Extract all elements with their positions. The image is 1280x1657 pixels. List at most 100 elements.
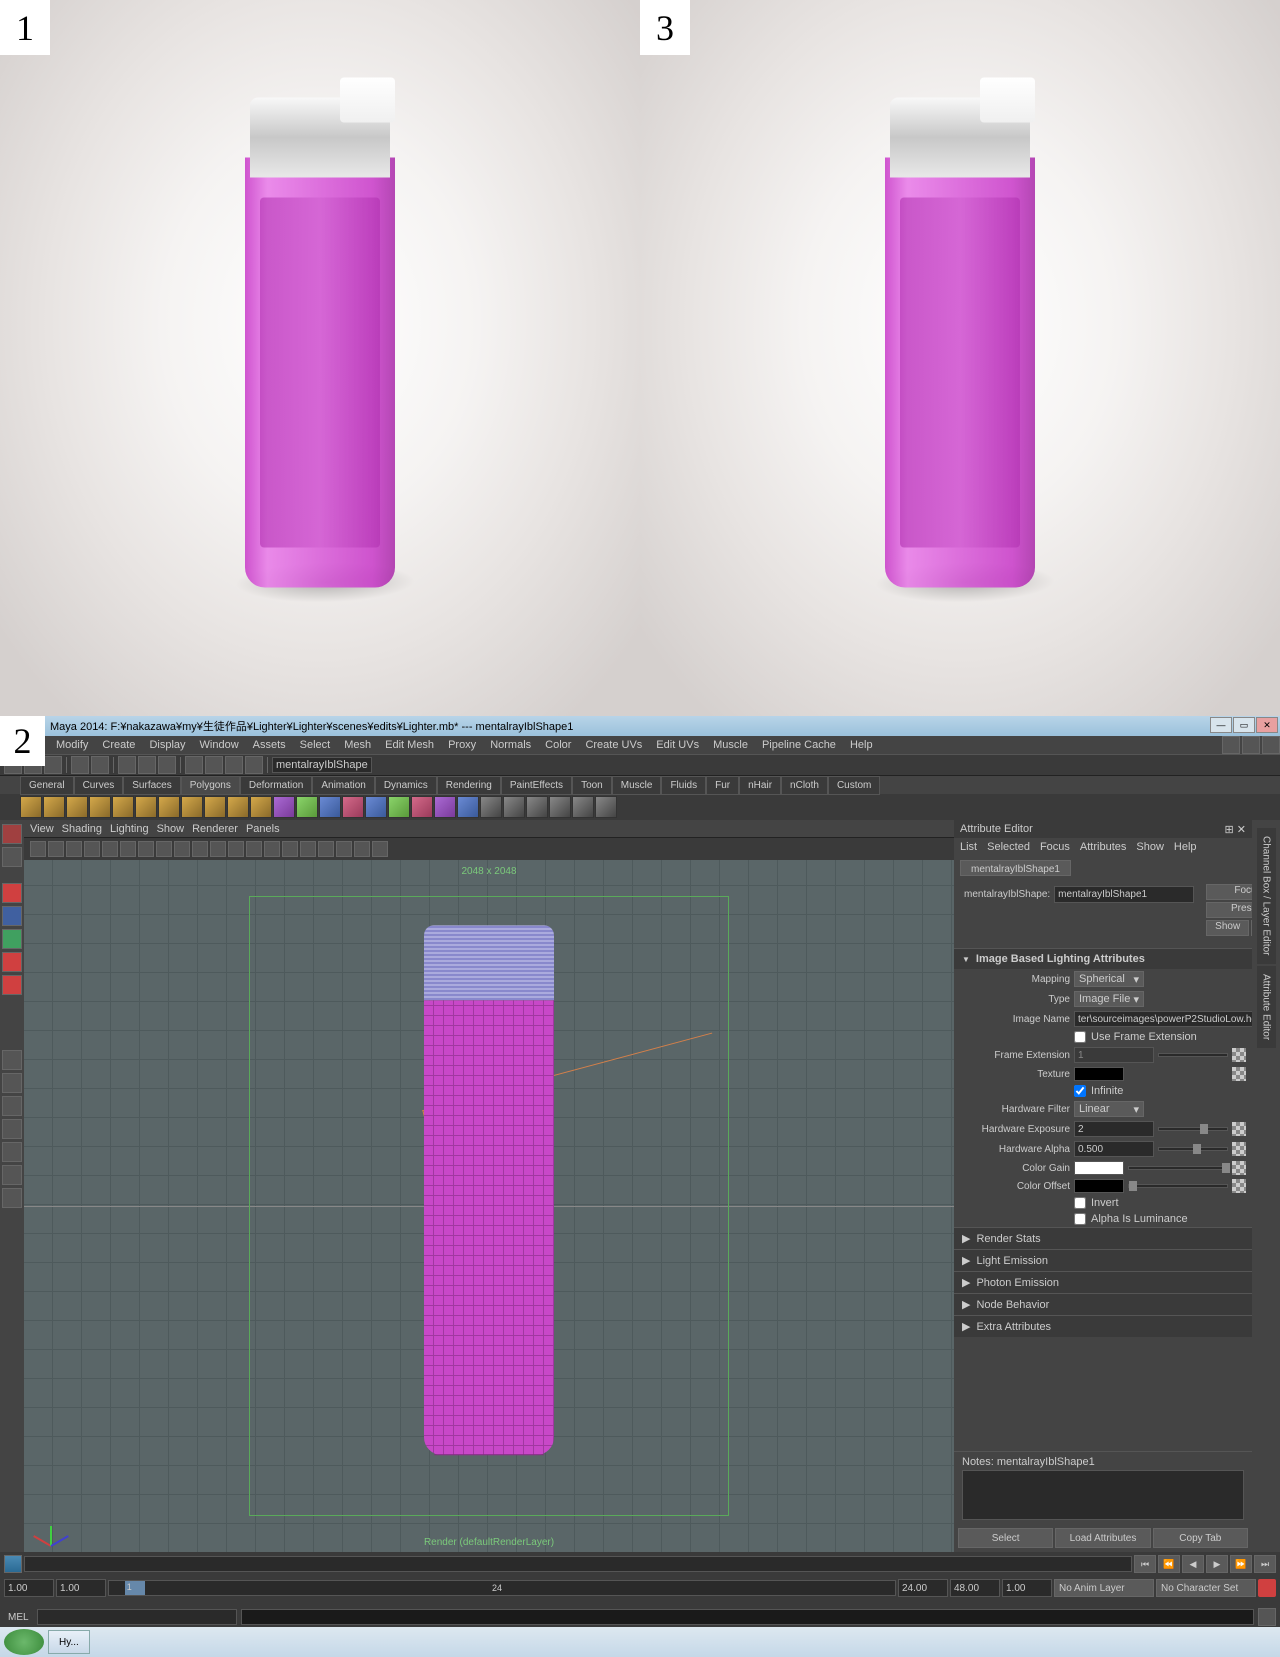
vp-icon[interactable] [138, 841, 154, 857]
menu-help[interactable]: Help [844, 737, 879, 753]
menu-proxy[interactable]: Proxy [442, 737, 482, 753]
checker-icon[interactable] [549, 796, 571, 818]
color-gain-swatch[interactable] [1074, 1161, 1124, 1175]
poly-soccer-icon[interactable] [250, 796, 272, 818]
light-emission-section[interactable]: ▶Light Emission [954, 1249, 1252, 1271]
redo-icon[interactable] [91, 756, 109, 774]
ae-menu-show[interactable]: Show [1136, 841, 1164, 853]
split-icon[interactable] [411, 796, 433, 818]
maya-logo-icon[interactable] [4, 1555, 22, 1573]
menu-color[interactable]: Color [539, 737, 577, 753]
start-button[interactable] [4, 1629, 44, 1655]
ae-menu-selected[interactable]: Selected [987, 841, 1030, 853]
script-editor-icon[interactable] [1258, 1608, 1276, 1626]
select-tool-icon[interactable] [2, 824, 22, 844]
snap-point-icon[interactable] [225, 756, 243, 774]
window-minimize-button[interactable]: — [1210, 717, 1232, 733]
layout-graph-icon[interactable] [2, 1165, 22, 1185]
map-button-icon[interactable] [1232, 1179, 1246, 1193]
shelf-tab-toon[interactable]: Toon [572, 776, 612, 795]
shelf-tab-general[interactable]: General [20, 776, 74, 795]
combine-icon[interactable] [296, 796, 318, 818]
toolbar-icon[interactable] [1222, 736, 1240, 754]
range-slider[interactable]: 1 24 [108, 1580, 896, 1596]
universal-manip-icon[interactable] [2, 952, 22, 972]
shelf-tab-rendering[interactable]: Rendering [437, 776, 501, 795]
save-scene-icon[interactable] [44, 756, 62, 774]
step-back-button[interactable]: ⏪ [1158, 1555, 1180, 1573]
taskbar-item[interactable]: Hy... [48, 1630, 90, 1654]
vp-icon[interactable] [282, 841, 298, 857]
vp-icon[interactable] [102, 841, 118, 857]
window-titlebar[interactable]: Maya 2014: F:¥nakazawa¥my¥生徒作品¥Lighter¥L… [0, 716, 1280, 736]
ibl-section-header[interactable]: ▼ Image Based Lighting Attributes [954, 949, 1252, 969]
color-offset-swatch[interactable] [1074, 1179, 1124, 1193]
rewind-button[interactable]: ⏮ [1134, 1555, 1156, 1573]
texture-swatch[interactable] [1074, 1067, 1124, 1081]
map-button-icon[interactable] [1232, 1048, 1246, 1062]
shelf-tab-custom[interactable]: Custom [828, 776, 880, 795]
poly-cube-icon[interactable] [43, 796, 65, 818]
layout-script-icon[interactable] [2, 1188, 22, 1208]
menu-assets[interactable]: Assets [247, 737, 292, 753]
photon-emission-section[interactable]: ▶Photon Emission [954, 1271, 1252, 1293]
poly-helix-icon[interactable] [227, 796, 249, 818]
map-button-icon[interactable] [1232, 1161, 1246, 1175]
invert-checkbox[interactable] [1074, 1197, 1086, 1209]
window-close-button[interactable]: ✕ [1256, 717, 1278, 733]
ae-menu-help[interactable]: Help [1174, 841, 1197, 853]
poly-cone-icon[interactable] [89, 796, 111, 818]
node-behavior-section[interactable]: ▶Node Behavior [954, 1293, 1252, 1315]
vp-icon[interactable] [84, 841, 100, 857]
menu-window[interactable]: Window [194, 737, 245, 753]
infinite-checkbox[interactable] [1074, 1085, 1086, 1097]
rotate-tool-icon[interactable] [2, 906, 22, 926]
vp-menu-show[interactable]: Show [157, 823, 185, 835]
vp-icon[interactable] [66, 841, 82, 857]
type-dropdown[interactable]: Image File▾ [1074, 991, 1144, 1007]
paint-select-icon[interactable] [158, 756, 176, 774]
window-maximize-button[interactable]: ▭ [1233, 717, 1255, 733]
layout-persp-icon[interactable] [2, 1119, 22, 1139]
toolbar-icon[interactable] [1262, 736, 1280, 754]
shelf-tab-fluids[interactable]: Fluids [661, 776, 706, 795]
undo-icon[interactable] [71, 756, 89, 774]
layout-outliner-icon[interactable] [2, 1142, 22, 1162]
menu-edit-uvs[interactable]: Edit UVs [650, 737, 705, 753]
menu-edit-mesh[interactable]: Edit Mesh [379, 737, 440, 753]
checker-icon[interactable] [503, 796, 525, 818]
checker-icon[interactable] [526, 796, 548, 818]
ae-node-tab[interactable]: mentalrayIblShape1 [960, 860, 1071, 876]
poly-plane-icon[interactable] [112, 796, 134, 818]
hardware-exposure-field[interactable]: 2 [1074, 1121, 1154, 1137]
shelf-tab-nhair[interactable]: nHair [739, 776, 781, 795]
poly-sphere-icon[interactable] [20, 796, 42, 818]
lighter-wireframe-model[interactable] [424, 925, 554, 1465]
attribute-editor-tab[interactable]: Attribute Editor [1257, 966, 1276, 1048]
sculpt-icon[interactable] [480, 796, 502, 818]
ae-menu-attributes[interactable]: Attributes [1080, 841, 1126, 853]
command-input[interactable] [37, 1609, 237, 1625]
hardware-alpha-field[interactable]: 0.500 [1074, 1141, 1154, 1157]
ae-menu-list[interactable]: List [960, 841, 977, 853]
mapping-dropdown[interactable]: Spherical▾ [1074, 971, 1144, 987]
map-button-icon[interactable] [1232, 1067, 1246, 1081]
shelf-tab-curves[interactable]: Curves [74, 776, 124, 795]
menu-create-uvs[interactable]: Create UVs [579, 737, 648, 753]
play-forward-button[interactable]: ▶ [1206, 1555, 1228, 1573]
node-name-field[interactable] [1054, 886, 1194, 903]
range-end-field[interactable] [950, 1579, 1000, 1597]
vp-menu-renderer[interactable]: Renderer [192, 823, 238, 835]
character-set-dropdown[interactable]: No Character Set [1156, 1579, 1256, 1597]
poly-pyramid-icon[interactable] [181, 796, 203, 818]
poly-platonic-icon[interactable] [273, 796, 295, 818]
extract-icon[interactable] [319, 796, 341, 818]
shelf-tab-surfaces[interactable]: Surfaces [123, 776, 180, 795]
show-button[interactable]: Show [1206, 920, 1249, 936]
menu-select[interactable]: Select [294, 737, 337, 753]
copy-tab-button[interactable]: Copy Tab [1153, 1528, 1248, 1548]
vp-icon[interactable] [120, 841, 136, 857]
vp-menu-panels[interactable]: Panels [246, 823, 280, 835]
vp-icon[interactable] [156, 841, 172, 857]
panel-menu-icon[interactable]: ⊞ ✕ [1225, 823, 1247, 836]
